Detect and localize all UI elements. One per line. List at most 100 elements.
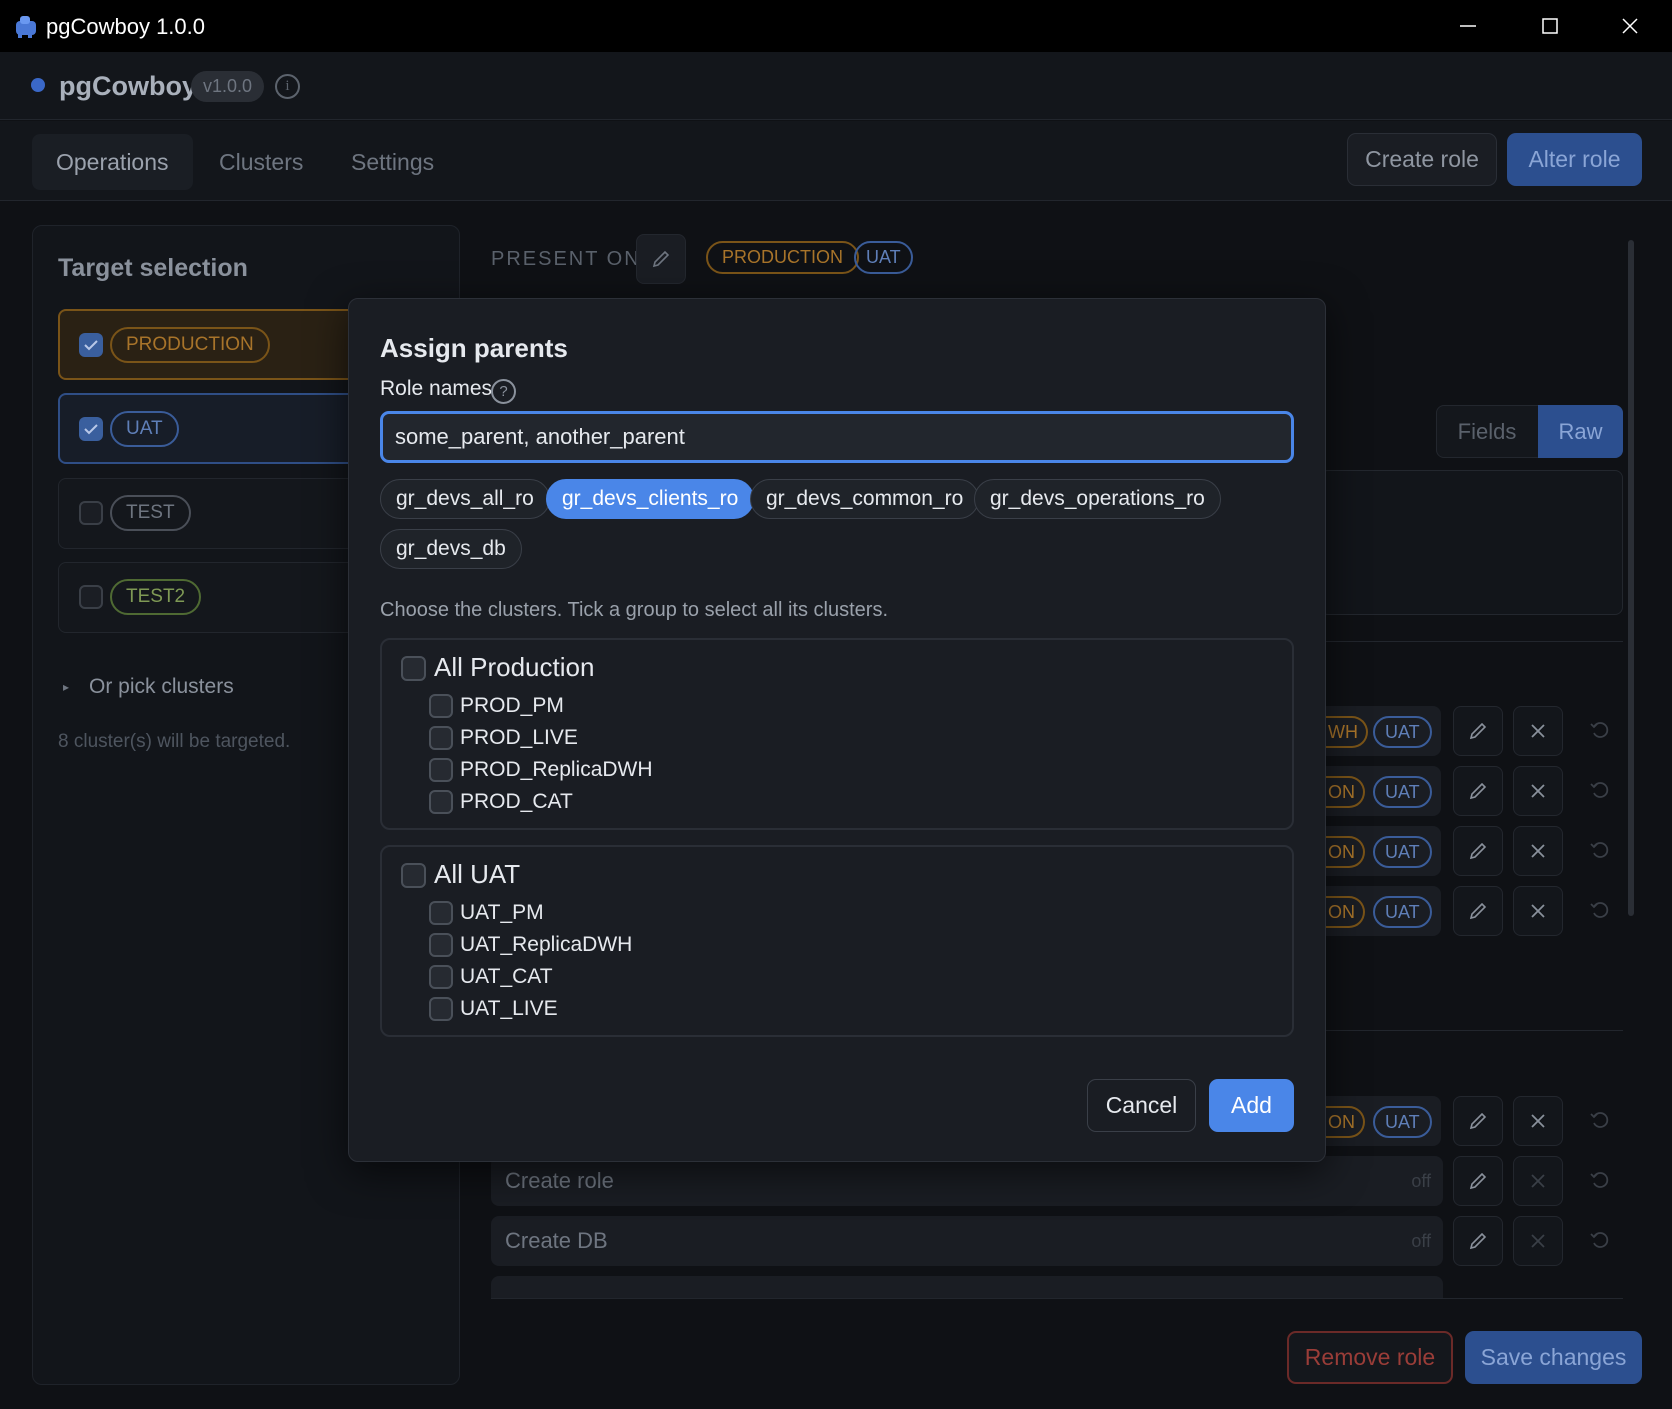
- cluster-checkbox[interactable]: [429, 965, 453, 989]
- undo-icon[interactable]: [1588, 1168, 1612, 1197]
- clear-button[interactable]: [1513, 766, 1563, 816]
- uat-badge: UAT: [854, 241, 913, 274]
- target-test[interactable]: [58, 478, 358, 549]
- tab-clusters[interactable]: Clusters: [195, 134, 327, 190]
- edit-button[interactable]: [1453, 706, 1503, 756]
- edit-button[interactable]: [1453, 766, 1503, 816]
- clear-button[interactable]: [1513, 706, 1563, 756]
- clear-button[interactable]: [1513, 1216, 1563, 1266]
- undo-icon[interactable]: [1588, 898, 1612, 927]
- alter-role-button[interactable]: Alter role: [1507, 133, 1642, 186]
- pencil-icon: [1469, 782, 1487, 800]
- assign-parents-dialog: Assign parents Role names ? some_parent,…: [348, 298, 1326, 1162]
- raw-textarea[interactable]: [1320, 470, 1623, 615]
- cluster-checkbox[interactable]: [429, 933, 453, 957]
- tab-settings[interactable]: Settings: [327, 134, 458, 190]
- info-icon[interactable]: i: [275, 74, 300, 99]
- group-checkbox[interactable]: [401, 656, 426, 681]
- cluster-label[interactable]: UAT_ReplicaDWH: [460, 930, 632, 960]
- suggestion-chip[interactable]: gr_devs_all_ro: [380, 479, 550, 519]
- add-button[interactable]: Add: [1209, 1079, 1294, 1132]
- help-icon[interactable]: ?: [491, 379, 516, 404]
- role-names-input[interactable]: some_parent, another_parent: [380, 411, 1294, 463]
- clear-button[interactable]: [1513, 1096, 1563, 1146]
- edit-button[interactable]: [1453, 1216, 1503, 1266]
- role-names-label: Role names: [380, 377, 493, 400]
- edit-button[interactable]: [1453, 1096, 1503, 1146]
- cluster-checkbox[interactable]: [429, 997, 453, 1021]
- uat-badge: UAT: [1373, 716, 1432, 748]
- remove-role-button[interactable]: Remove role: [1287, 1331, 1453, 1384]
- check-icon: [84, 340, 98, 351]
- cluster-label[interactable]: PROD_LIVE: [460, 723, 578, 753]
- row-state: off: [1411, 1231, 1431, 1251]
- cluster-label[interactable]: PROD_CAT: [460, 787, 573, 817]
- present-on-label: PRESENT ON: [491, 248, 641, 270]
- edit-button[interactable]: [1453, 1156, 1503, 1206]
- clear-button[interactable]: [1513, 886, 1563, 936]
- list-item: Create role off: [491, 1156, 1443, 1206]
- cluster-label[interactable]: UAT_CAT: [460, 962, 553, 992]
- target-uat[interactable]: [58, 393, 358, 464]
- panel-title: Target selection: [58, 254, 248, 282]
- close-window-button[interactable]: [1590, 0, 1670, 52]
- undo-icon[interactable]: [1588, 778, 1612, 807]
- pencil-icon: [1469, 842, 1487, 860]
- undo-icon[interactable]: [1588, 838, 1612, 867]
- uat-badge: UAT: [1373, 896, 1432, 928]
- cluster-checkbox[interactable]: [429, 758, 453, 782]
- close-icon: [1531, 844, 1545, 858]
- expand-arrow-icon[interactable]: ▸: [63, 680, 69, 694]
- clear-button[interactable]: [1513, 1156, 1563, 1206]
- cluster-checkbox[interactable]: [429, 694, 453, 718]
- undo-icon[interactable]: [1588, 1108, 1612, 1137]
- divider: [1320, 641, 1623, 642]
- app-logo-icon: [16, 16, 36, 38]
- close-icon: [1531, 904, 1545, 918]
- target-test2[interactable]: [58, 562, 358, 633]
- maximize-button[interactable]: [1510, 0, 1590, 52]
- create-role-button[interactable]: Create role: [1347, 133, 1497, 186]
- suggestion-chip[interactable]: gr_devs_common_ro: [750, 479, 980, 519]
- dialog-title: Assign parents: [380, 333, 568, 363]
- edit-button[interactable]: [636, 234, 686, 284]
- save-changes-button[interactable]: Save changes: [1465, 1331, 1642, 1384]
- cluster-hint: Choose the clusters. Tick a group to sel…: [380, 599, 888, 621]
- edit-button[interactable]: [1453, 886, 1503, 936]
- cluster-checkbox[interactable]: [429, 790, 453, 814]
- cluster-checkbox[interactable]: [429, 726, 453, 750]
- production-badge: PRODUCTION: [706, 241, 859, 274]
- undo-icon[interactable]: [1588, 718, 1612, 747]
- checkbox-checked[interactable]: [79, 417, 103, 441]
- minimize-button[interactable]: [1428, 0, 1508, 52]
- cluster-label[interactable]: UAT_LIVE: [460, 994, 558, 1024]
- checkbox[interactable]: [79, 585, 103, 609]
- cancel-button[interactable]: Cancel: [1087, 1079, 1196, 1132]
- suggestion-chip[interactable]: gr_devs_db: [380, 529, 522, 569]
- group-checkbox[interactable]: [401, 863, 426, 888]
- pencil-icon: [1469, 1112, 1487, 1130]
- suggestion-chip[interactable]: gr_devs_operations_ro: [974, 479, 1221, 519]
- uat-badge: UAT: [1373, 1106, 1432, 1138]
- group-title[interactable]: All UAT: [434, 859, 520, 890]
- window-title: pgCowboy 1.0.0: [46, 14, 205, 39]
- tab-operations[interactable]: Operations: [32, 134, 193, 190]
- fields-toggle[interactable]: Fields: [1436, 405, 1538, 458]
- group-title[interactable]: All Production: [434, 652, 594, 683]
- cluster-label[interactable]: PROD_ReplicaDWH: [460, 755, 653, 785]
- raw-toggle[interactable]: Raw: [1538, 405, 1623, 458]
- suggestion-chip-selected[interactable]: gr_devs_clients_ro: [546, 479, 755, 519]
- pencil-icon: [1469, 722, 1487, 740]
- clear-button[interactable]: [1513, 826, 1563, 876]
- edit-button[interactable]: [1453, 826, 1503, 876]
- divider: [1320, 1030, 1623, 1031]
- uat-badge: UAT: [1373, 836, 1432, 868]
- scrollbar[interactable]: [1628, 240, 1634, 916]
- pick-clusters-toggle[interactable]: Or pick clusters: [89, 675, 234, 699]
- cluster-checkbox[interactable]: [429, 901, 453, 925]
- cluster-label[interactable]: UAT_PM: [460, 898, 544, 928]
- checkbox-checked[interactable]: [79, 333, 103, 357]
- cluster-label[interactable]: PROD_PM: [460, 691, 564, 721]
- checkbox[interactable]: [79, 501, 103, 525]
- undo-icon[interactable]: [1588, 1228, 1612, 1257]
